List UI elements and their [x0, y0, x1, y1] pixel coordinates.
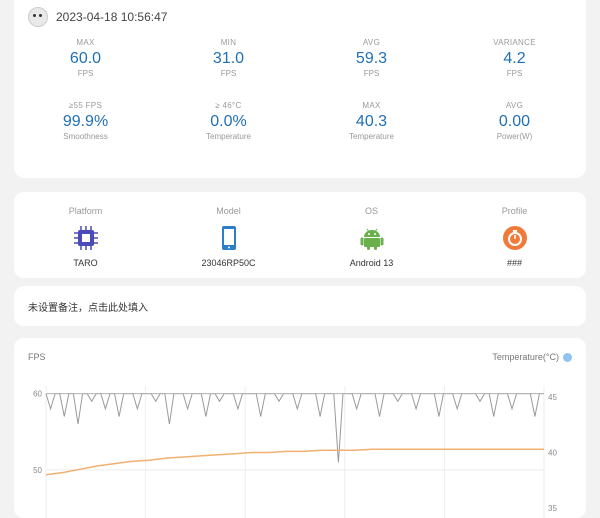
- stat-unit: Temperature: [349, 132, 394, 141]
- stat-value: 31.0: [212, 50, 245, 67]
- device-value: 23046RP50C: [201, 258, 256, 268]
- session-datetime: 2023-04-18 10:56:47: [56, 10, 168, 24]
- stat-value: 59.3: [355, 50, 388, 67]
- stat-label: ≥ 46°C: [215, 101, 242, 110]
- chip-icon: [72, 224, 100, 252]
- stat-item: MIN 31.0 FPS: [157, 38, 300, 79]
- stat-value: 4.2: [503, 50, 526, 67]
- stat-label: ≥55 FPS: [68, 101, 103, 110]
- temp-tick-label: 40: [548, 449, 557, 458]
- device-label: Platform: [68, 206, 103, 216]
- chart-card: FPS Temperature(°C) 60 50 45 40 35: [14, 338, 586, 518]
- device-value: Android 13: [349, 258, 394, 268]
- note-card[interactable]: 未设置备注，点击此处填入: [14, 286, 586, 326]
- fps-temperature-chart: 60 50 45 40 35: [33, 386, 557, 518]
- temp-tick-label: 35: [548, 504, 557, 513]
- device-item-platform: Platform TARO: [14, 206, 157, 270]
- stat-value: 0.00: [498, 113, 531, 130]
- stat-item: AVG 0.00 Power(W): [443, 101, 586, 142]
- stat-value: 60.0: [69, 50, 102, 67]
- device-value: TARO: [73, 258, 98, 268]
- stat-unit: Smoothness: [63, 132, 108, 141]
- temperature-series-line: [45, 448, 544, 476]
- device-item-profile: Profile ###: [443, 206, 586, 270]
- device-label: Model: [216, 206, 241, 216]
- device-value: ###: [506, 258, 523, 268]
- stat-unit: FPS: [220, 69, 237, 78]
- stat-item: VARIANCE 4.2 FPS: [443, 38, 586, 79]
- stat-unit: Power(W): [496, 132, 533, 141]
- stat-label: MAX: [362, 101, 381, 110]
- stat-item: ≥ 46°C 0.0% Temperature: [157, 101, 300, 142]
- device-grid: Platform TARO Model 23046RP50C OS Android 13 P…: [14, 206, 586, 270]
- device-item-os: OS Android 13: [300, 206, 443, 270]
- fps-tick-label: 60: [33, 390, 42, 399]
- stat-value: 0.0%: [210, 113, 247, 130]
- stat-label: AVG: [362, 38, 381, 47]
- phone-icon: [215, 224, 243, 252]
- note-placeholder[interactable]: 未设置备注，点击此处填入: [28, 299, 148, 314]
- profile-icon: [501, 224, 529, 252]
- stat-item: MAX 60.0 FPS: [14, 38, 157, 79]
- device-card: Platform TARO Model 23046RP50C OS Android 13 P…: [14, 192, 586, 278]
- stat-value: 99.9%: [62, 113, 109, 130]
- stat-label: VARIANCE: [493, 38, 536, 47]
- device-item-model: Model 23046RP50C: [157, 206, 300, 270]
- stat-unit: FPS: [77, 69, 94, 78]
- fps-tick-label: 50: [33, 466, 42, 475]
- stat-value: 40.3: [355, 113, 388, 130]
- device-label: OS: [364, 206, 378, 216]
- stat-label: MIN: [220, 38, 237, 47]
- avatar[interactable]: [28, 7, 48, 27]
- stats-grid: MAX 60.0 FPS MIN 31.0 FPS AVG 59.3 FPS VARIANCE 4.…: [14, 38, 586, 142]
- stat-label: AVG: [505, 101, 524, 110]
- stat-item: ≥55 FPS 99.9% Smoothness: [14, 101, 157, 142]
- temp-tick-label: 45: [548, 393, 557, 402]
- stat-item: AVG 59.3 FPS: [300, 38, 443, 79]
- stat-unit: FPS: [506, 69, 523, 78]
- session-header: 2023-04-18 10:56:47: [28, 6, 167, 28]
- stat-unit: Temperature: [206, 132, 251, 141]
- summary-card: 2023-04-18 10:56:47 MAX 60.0 FPS MIN 31.0 FPS…: [14, 0, 586, 178]
- android-icon: [358, 224, 386, 252]
- device-label: Profile: [501, 206, 528, 216]
- stat-unit: FPS: [363, 69, 380, 78]
- stat-item: MAX 40.3 Temperature: [300, 101, 443, 142]
- stat-label: MAX: [76, 38, 95, 47]
